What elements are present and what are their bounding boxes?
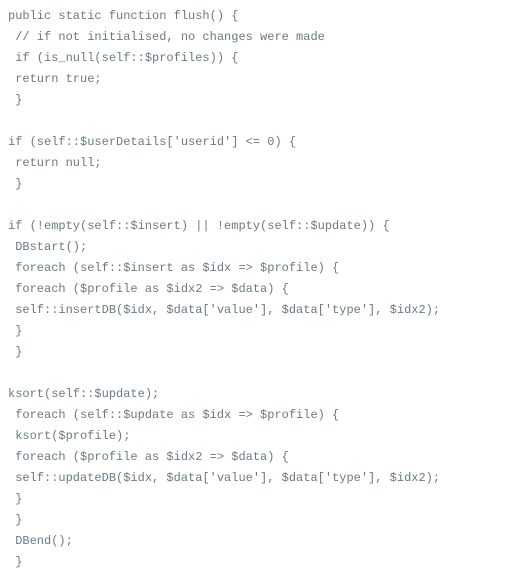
code-block: public static function flush() { // if n… xyxy=(0,0,510,571)
